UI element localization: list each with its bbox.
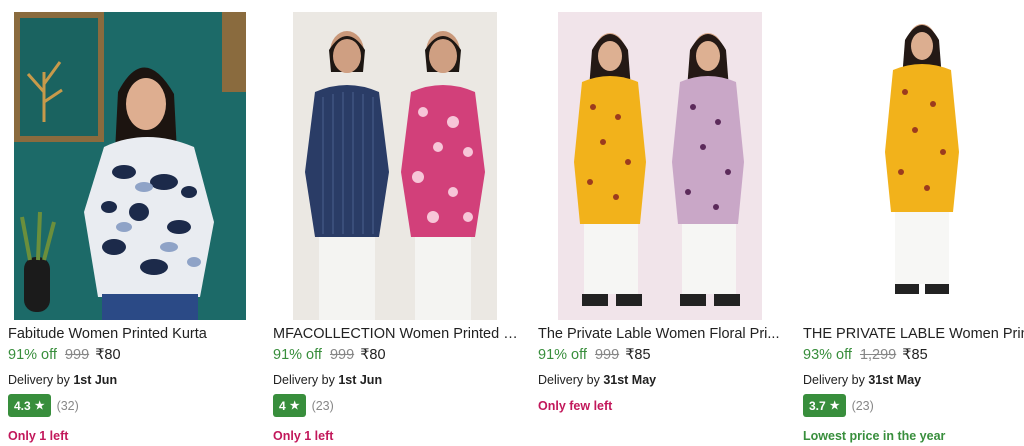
sale-price: ₹80 [360,347,386,363]
product-title[interactable]: MFACOLLECTION Women Printed K... [273,326,523,342]
delivery-prefix: Delivery by [803,373,865,387]
delivery-info: Delivery by 1st Jun [8,373,117,387]
price-row: 93% off 1,299 ₹85 [803,347,928,363]
price-row: 91% off 999 ₹85 [538,347,651,363]
star-icon: ★ [289,400,300,412]
product-title[interactable]: The Private Lable Women Floral Pri... [538,326,788,342]
two-women-in-kurtas-image [293,12,497,320]
star-icon: ★ [34,400,45,412]
delivery-date: 31st May [868,373,922,387]
price-row: 91% off 999 ₹80 [8,347,121,363]
product-card[interactable]: Fabitude Women Printed Kurta 91% off 999… [0,0,265,446]
discount-label: 91% off [273,347,322,363]
rating-row: 4 ★ (23) [273,394,334,417]
delivery-prefix: Delivery by [538,373,600,387]
discount-label: 91% off [8,347,57,363]
stock-note: Only few left [538,399,613,413]
stock-note: Only 1 left [8,429,69,443]
rating-value: 3.7 [809,398,826,413]
rating-count: (32) [56,398,79,413]
original-price: 999 [329,347,355,363]
price-row: 91% off 999 ₹80 [273,347,386,363]
woman-in-printed-kurta-image [14,12,246,320]
sale-price: ₹85 [625,347,651,363]
rating-count: (23) [311,398,334,413]
product-image[interactable] [815,12,1005,320]
original-price: 999 [64,347,90,363]
product-image[interactable] [558,12,762,320]
product-card[interactable]: THE PRIVATE LABLE Women Print 93% off 1,… [795,0,1024,446]
delivery-date: 1st Jun [338,373,383,387]
rating-value: 4 [279,398,286,413]
product-title[interactable]: Fabitude Women Printed Kurta [8,326,258,342]
product-image[interactable] [14,12,246,320]
delivery-date: 1st Jun [73,373,118,387]
product-card[interactable]: The Private Lable Women Floral Pri... 91… [530,0,795,446]
original-price: 999 [594,347,620,363]
stock-note: Only 1 left [273,429,334,443]
delivery-info: Delivery by 31st May [538,373,656,387]
rating-count: (23) [851,398,874,413]
delivery-info: Delivery by 1st Jun [273,373,382,387]
delivery-prefix: Delivery by [273,373,335,387]
price-note: Lowest price in the year [803,429,946,443]
delivery-date: 31st May [603,373,657,387]
product-title[interactable]: THE PRIVATE LABLE Women Print [803,326,1024,342]
rating-badge: 3.7 ★ [803,394,846,417]
woman-in-yellow-kurta-image [815,12,1005,320]
product-grid: Fabitude Women Printed Kurta 91% off 999… [0,0,1024,446]
sale-price: ₹85 [902,347,928,363]
rating-value: 4.3 [14,398,31,413]
product-card[interactable]: MFACOLLECTION Women Printed K... 91% off… [265,0,530,446]
product-image[interactable] [293,12,497,320]
two-women-in-floral-kurtas-image [558,12,762,320]
discount-label: 91% off [538,347,587,363]
delivery-info: Delivery by 31st May [803,373,921,387]
rating-row: 3.7 ★ (23) [803,394,874,417]
rating-badge: 4 ★ [273,394,306,417]
star-icon: ★ [829,400,840,412]
discount-label: 93% off [803,347,852,363]
sale-price: ₹80 [95,347,121,363]
rating-row: 4.3 ★ (32) [8,394,79,417]
rating-badge: 4.3 ★ [8,394,51,417]
original-price: 1,299 [859,347,897,363]
delivery-prefix: Delivery by [8,373,70,387]
